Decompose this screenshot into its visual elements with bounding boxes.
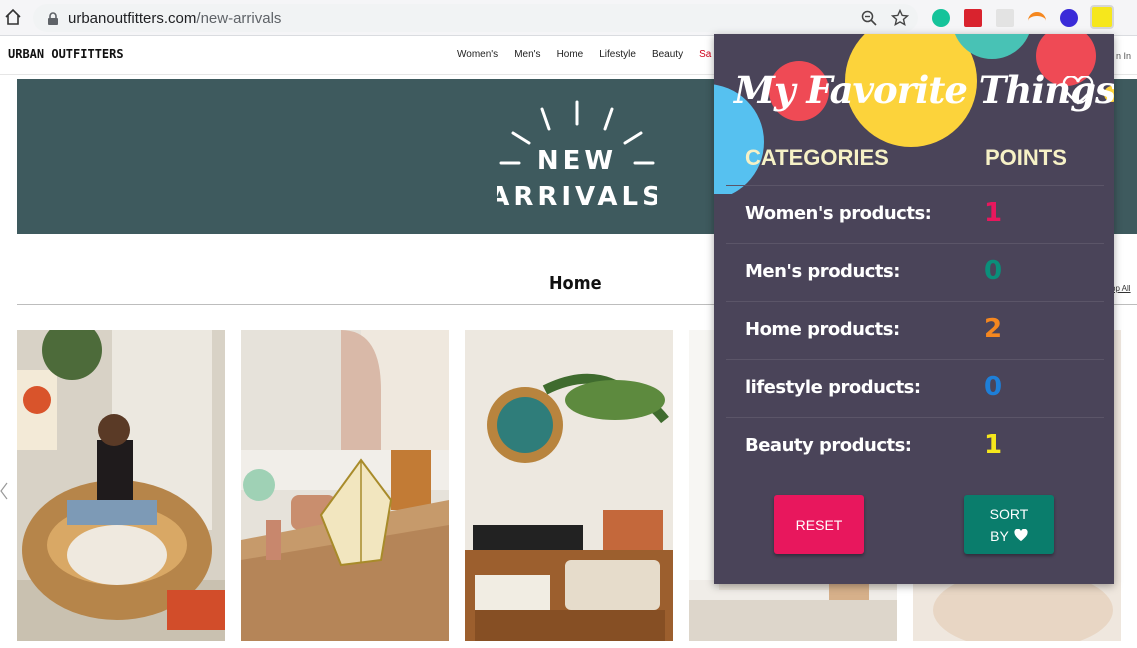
rainbow-extension-icon[interactable] [1028, 12, 1046, 22]
category-label: Men's products: [745, 261, 900, 282]
category-label: Home products: [745, 319, 900, 340]
nav-item-lifestyle[interactable]: Lifestyle [599, 49, 636, 60]
sort-label: SORT [989, 505, 1029, 522]
sort-by-row: BY [990, 525, 1028, 547]
category-label: Beauty products: [745, 435, 912, 456]
main-nav: Women's Men's Home Lifestyle Beauty Sa [457, 49, 711, 60]
address-bar[interactable]: urbanoutfitters.com/new-arrivals [33, 4, 918, 32]
grid-extension-icon[interactable] [996, 9, 1014, 27]
category-row-home: Home products: 2 [726, 301, 1104, 359]
heart-icon [1014, 529, 1028, 542]
lock-icon [48, 12, 58, 25]
category-points: 1 [984, 198, 1003, 228]
nav-item-beauty[interactable]: Beauty [652, 49, 683, 60]
url-text: urbanoutfitters.com/new-arrivals [68, 10, 281, 27]
category-label: Women's products: [745, 203, 932, 224]
nav-item-sale[interactable]: Sa [699, 49, 711, 60]
category-points: 0 [984, 372, 1003, 402]
category-row-lifestyle: lifestyle products: 0 [726, 359, 1104, 417]
url-path: /new-arrivals [196, 10, 282, 27]
browser-toolbar: urbanoutfitters.com/new-arrivals [0, 0, 1137, 36]
v-extension-icon[interactable] [1060, 9, 1078, 27]
heart-outline-icon[interactable] [1062, 76, 1094, 106]
nav-item-womens[interactable]: Women's [457, 49, 498, 60]
url-host: urbanoutfitters.com [68, 10, 197, 27]
r-extension-icon[interactable] [964, 9, 982, 27]
favorite-things-extension-icon[interactable] [1090, 5, 1114, 29]
nav-item-home[interactable]: Home [557, 49, 584, 60]
bookmark-star-icon[interactable] [891, 9, 909, 27]
sort-by-favorites-button[interactable]: SORT BY [964, 495, 1054, 554]
popup-title: My Favorite Things [734, 68, 1114, 112]
chevron-left-icon[interactable] [0, 482, 8, 500]
category-row-mens: Men's products: 0 [726, 243, 1104, 301]
category-points: 0 [984, 256, 1003, 286]
category-points: 1 [984, 430, 1003, 460]
categories-header: CATEGORIES [745, 145, 889, 170]
nav-item-mens[interactable]: Men's [514, 49, 540, 60]
sign-in-link[interactable]: n In [1116, 51, 1131, 61]
category-label: lifestyle products: [745, 377, 921, 398]
sort-by-label: BY [990, 527, 1009, 544]
home-icon[interactable] [4, 8, 22, 26]
points-header: POINTS [985, 145, 1067, 170]
section-title: Home [549, 273, 602, 294]
hero-line-1: NEW [537, 146, 617, 176]
new-arrivals-graphic: NEW ARRIVALS [497, 100, 657, 212]
site-logo[interactable]: URBAN OUTFITTERS [8, 47, 124, 61]
category-row-beauty: Beauty products: 1 [726, 417, 1104, 475]
product-image-chair[interactable] [17, 330, 225, 641]
product-image-record-player[interactable] [465, 330, 673, 641]
product-image-terrarium[interactable] [241, 330, 449, 641]
reset-button[interactable]: RESET [774, 495, 864, 554]
category-points: 2 [984, 314, 1003, 344]
category-row-womens: Women's products: 1 [726, 185, 1104, 243]
hero-line-2: ARRIVALS [497, 182, 657, 212]
favorite-things-popup: My Favorite Things CATEGORIES POINTS Wom… [714, 34, 1114, 584]
zoom-icon[interactable] [861, 10, 877, 26]
grammarly-extension-icon[interactable] [932, 9, 950, 27]
